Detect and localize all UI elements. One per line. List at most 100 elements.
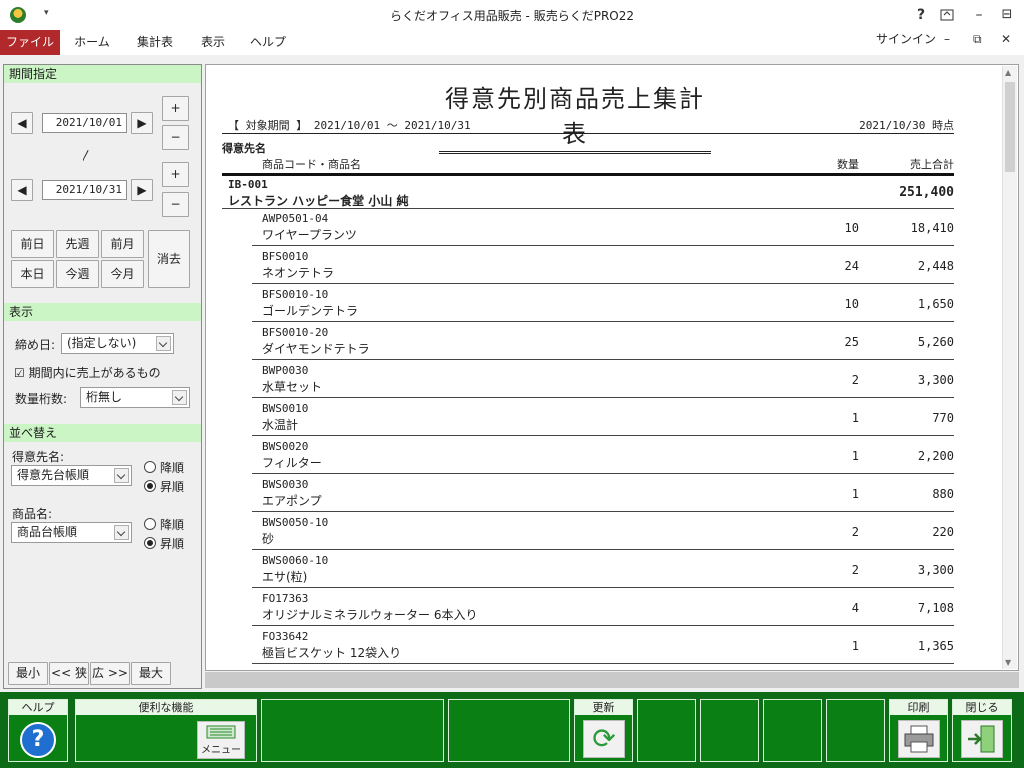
printer-icon: [904, 725, 934, 753]
zoom-narrow-button[interactable]: << 狭: [49, 662, 89, 685]
date-to-prev-button[interactable]: ◀: [11, 179, 33, 201]
item-qty: 1: [851, 449, 859, 463]
row-separator: [252, 663, 954, 664]
tab-file[interactable]: ファイル: [0, 30, 60, 55]
customer-sort-select[interactable]: 得意先台帳順: [11, 465, 132, 486]
customer-desc-label: 降順: [160, 461, 185, 475]
report-asof: 2021/10/30 時点: [859, 119, 954, 132]
tab-help[interactable]: ヘルプ: [242, 30, 294, 55]
date-from-increment-button[interactable]: +: [162, 96, 189, 121]
zoom-wide-button[interactable]: 広 >>: [90, 662, 130, 685]
item-name: フィルター: [262, 456, 322, 470]
customer-asc-radio[interactable]: [144, 480, 156, 492]
date-to-input[interactable]: 2021/10/31: [42, 180, 127, 200]
date-from-prev-button[interactable]: ◀: [11, 112, 33, 134]
useful-functions-box[interactable]: 便利な機能 メニュー: [75, 699, 257, 762]
item-code: BWS0060-10: [262, 554, 329, 567]
this-month-button[interactable]: 今月: [101, 260, 144, 288]
item-qty: 2: [851, 373, 859, 387]
row-separator: [252, 511, 954, 512]
product-desc-label: 降順: [160, 518, 185, 532]
scroll-up-icon[interactable]: ▲: [1005, 68, 1011, 77]
row-separator: [252, 587, 954, 588]
scroll-down-icon[interactable]: ▼: [1005, 658, 1011, 667]
menu-button[interactable]: メニュー: [197, 721, 245, 759]
scroll-thumb[interactable]: [1005, 82, 1015, 172]
report-period: 【 対象期間 】 2021/10/01 ～ 2021/10/31: [228, 119, 471, 132]
product-sort-select[interactable]: 商品台帳順: [11, 522, 132, 543]
print-function-box[interactable]: 印刷: [889, 699, 948, 762]
ribbon-close-button[interactable]: ✕: [1001, 32, 1011, 46]
ribbon-restore-button[interactable]: ⧉: [973, 32, 982, 47]
item-amount: 18,410: [910, 221, 954, 235]
close-function-box[interactable]: 閉じる: [952, 699, 1012, 762]
empty-function-box: [448, 699, 570, 762]
exit-door-icon: [968, 725, 995, 753]
ribbon-minimize-button[interactable]: –: [944, 32, 950, 46]
item-code: BWS0010: [262, 402, 309, 415]
menu-icon: [206, 725, 236, 739]
customer-desc-radio[interactable]: [144, 461, 156, 473]
item-code: BWS0020: [262, 440, 309, 453]
has-sales-label: 期間内に売上があるもの: [28, 366, 161, 380]
date-from-next-button[interactable]: ▶: [131, 112, 153, 134]
print-button[interactable]: [898, 720, 940, 758]
vertical-scrollbar[interactable]: ▲ ▼: [1002, 66, 1017, 669]
item-amount: 220: [932, 525, 954, 539]
zoom-max-button[interactable]: 最大: [131, 662, 171, 685]
row-separator: [252, 549, 954, 550]
tab-summary[interactable]: 集計表: [124, 30, 186, 55]
clear-button[interactable]: 消去: [148, 230, 190, 288]
product-asc-radio[interactable]: [144, 537, 156, 549]
this-week-button[interactable]: 今週: [56, 260, 99, 288]
item-code: BWP0030: [262, 364, 309, 377]
date-from-input[interactable]: 2021/10/01: [42, 113, 127, 133]
header-bottom-rule: [222, 173, 954, 176]
ribbon-display-icon[interactable]: [930, 0, 964, 30]
tab-view[interactable]: 表示: [190, 30, 236, 55]
report-viewer[interactable]: 得意先別商品売上集計表 【 対象期間 】 2021/10/01 ～ 2021/1…: [205, 64, 1019, 671]
left-panel: 期間指定 ◀ 2021/10/01 ▶ + − 〳 ◀ 2021/10/31 ▶…: [3, 64, 202, 689]
item-amount: 3,300: [917, 373, 954, 387]
refresh-function-box[interactable]: 更新 ⟳: [574, 699, 633, 762]
item-code: FO17363: [262, 592, 309, 605]
date-to-decrement-button[interactable]: −: [162, 192, 189, 217]
row-separator: [252, 435, 954, 436]
item-amount: 3,300: [917, 563, 954, 577]
help-function-box[interactable]: ヘルプ ?: [8, 699, 68, 762]
item-name: 砂: [262, 532, 275, 546]
item-name: 極旨ビスケット 12袋入り: [262, 646, 402, 660]
date-to-increment-button[interactable]: +: [162, 162, 189, 187]
item-amount: 770: [932, 411, 954, 425]
help-question-icon: ?: [20, 722, 56, 758]
closing-day-label: 締め日:: [15, 338, 56, 352]
window-restore-button[interactable]: ⊟: [990, 0, 1024, 30]
right-arrow-icon: ▶: [137, 116, 147, 130]
close-exit-button[interactable]: [961, 720, 1003, 758]
header-top-rule: [222, 133, 954, 134]
refresh-button[interactable]: ⟳: [583, 720, 625, 758]
customer-sort-label: 得意先名:: [12, 450, 65, 464]
empty-function-box: [763, 699, 822, 762]
previous-month-button[interactable]: 前月: [101, 230, 144, 258]
tab-home[interactable]: ホーム: [64, 30, 120, 55]
report-title: 得意先別商品売上集計表: [439, 79, 711, 154]
left-arrow-icon: ◀: [17, 183, 27, 197]
item-name: ワイヤープランツ: [262, 228, 357, 242]
zoom-min-button[interactable]: 最小: [8, 662, 48, 685]
closing-day-select[interactable]: (指定しない): [61, 333, 174, 354]
menu-label: メニュー: [201, 745, 241, 756]
date-from-decrement-button[interactable]: −: [162, 125, 189, 150]
previous-week-button[interactable]: 先週: [56, 230, 99, 258]
has-sales-checkbox[interactable]: ☑ 期間内に売上があるもの: [14, 364, 161, 381]
qty-digits-select[interactable]: 桁無し: [80, 387, 190, 408]
previous-day-button[interactable]: 前日: [11, 230, 54, 258]
left-arrow-icon: ◀: [17, 116, 27, 130]
horizontal-scrollbar[interactable]: [205, 672, 1019, 688]
item-name: 水温計: [262, 418, 299, 432]
item-code: BFS0010-10: [262, 288, 329, 301]
today-button[interactable]: 本日: [11, 260, 54, 288]
signin-link[interactable]: サインイン: [876, 30, 936, 48]
product-desc-radio[interactable]: [144, 518, 156, 530]
date-to-next-button[interactable]: ▶: [131, 179, 153, 201]
